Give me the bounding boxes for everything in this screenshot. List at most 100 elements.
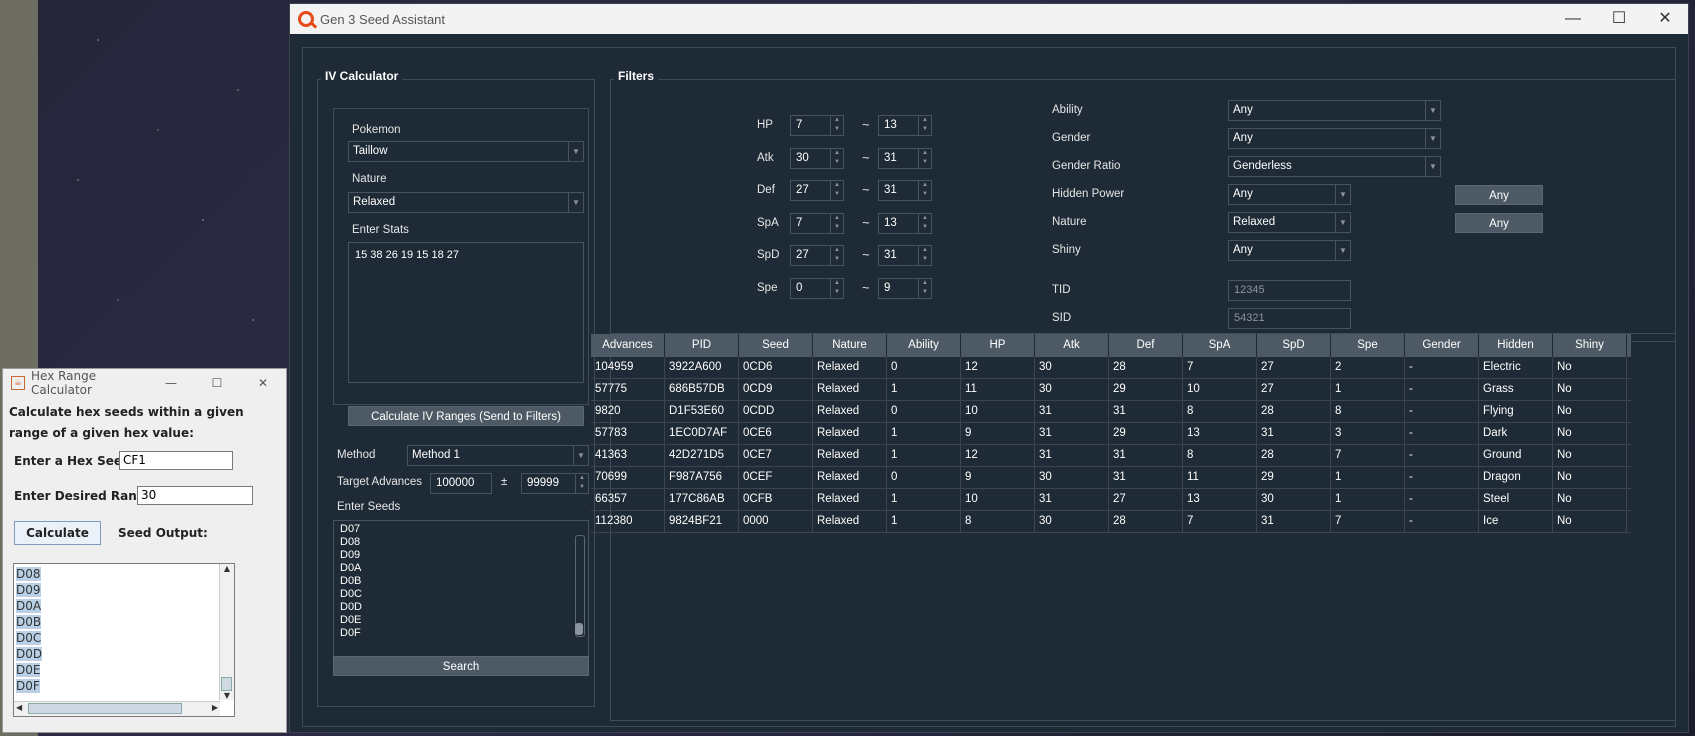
column-header[interactable]: Nature	[813, 334, 887, 357]
iv-nature-select[interactable]: Relaxed ▼	[348, 192, 584, 213]
column-header[interactable]: Shiny	[1553, 334, 1627, 357]
list-item[interactable]: D08	[16, 566, 206, 582]
list-item[interactable]: D0A	[16, 598, 206, 614]
spinner-arrows-icon[interactable]: ▲ ▼	[575, 474, 588, 493]
table-row[interactable]: 57783 1EC0D7AF 0CE6 Relaxed 1 9 31 29 13 31 3- Dark…	[591, 423, 1631, 445]
nature-any-button[interactable]: Any	[1455, 213, 1543, 233]
hex-title-bar[interactable]: ☕ Hex Range Calculator — ☐ ✕	[3, 369, 286, 397]
spinner-arrows-icon[interactable]: ▲ ▼	[830, 116, 843, 135]
column-header[interactable]: Gender	[1405, 334, 1479, 357]
spinner-arrows-icon[interactable]: ▲ ▼	[830, 148, 843, 168]
table-cell: 11	[1183, 467, 1257, 488]
spinner-arrows-icon[interactable]: ▲ ▼	[918, 181, 931, 200]
sid-input[interactable]: 54321	[1228, 308, 1351, 329]
table-row[interactable]: 70699 F987A756 0CEF Relaxed 0 9 30 31 11 29 1- Drag…	[591, 467, 1631, 489]
list-item[interactable]: D0E	[16, 662, 206, 678]
column-header[interactable]: Def	[1109, 334, 1183, 357]
hex-seed-input[interactable]: CF1	[119, 451, 233, 470]
spinner-arrows-icon[interactable]: ▲ ▼	[918, 148, 931, 168]
list-item[interactable]: D0C	[16, 630, 206, 646]
table-cell: Relaxed	[813, 489, 887, 510]
target-advances-input[interactable]: 100000	[430, 473, 492, 494]
list-item[interactable]: D0F	[16, 678, 206, 694]
close-button[interactable]: ✕	[1642, 4, 1688, 34]
seed-output-list[interactable]: D08 D09 D0A D0B D0C D0D D0E D0F ▲ ▼ ◀ ▶	[13, 563, 235, 717]
iv-max-atk[interactable]: 31 ▲ ▼	[878, 147, 932, 169]
ability-select[interactable]: Any ▼	[1228, 100, 1441, 121]
calculate-iv-button[interactable]: Calculate IV Ranges (Send to Filters)	[348, 406, 584, 426]
column-header[interactable]: SpD	[1257, 334, 1331, 357]
spinner-arrows-icon[interactable]: ▲ ▼	[830, 278, 843, 298]
maximize-button[interactable]: ☐	[1596, 4, 1642, 34]
column-header[interactable]: Ability	[887, 334, 961, 357]
column-header[interactable]: Spe	[1331, 334, 1405, 357]
iv-max-spd[interactable]: 31 ▲ ▼	[878, 245, 932, 266]
title-bar[interactable]: Gen 3 Seed Assistant — ☐ ✕	[290, 4, 1688, 34]
hex-maximize-button[interactable]: ☐	[194, 376, 240, 390]
hidden-power-any-button[interactable]: Any	[1455, 185, 1543, 205]
spinner-arrows-icon[interactable]: ▲ ▼	[918, 278, 931, 298]
list-item[interactable]: D0D	[16, 646, 206, 662]
table-row[interactable]: 66357 177C86AB 0CFB Relaxed 1 10 31 27 13 30 1- Ste…	[591, 489, 1631, 511]
column-header[interactable]: Advances	[591, 334, 665, 357]
spinner-arrows-icon[interactable]: ▲ ▼	[830, 246, 843, 265]
seeds-input[interactable]: D07 D08 D09 D0A D0B D0C D0D D0E D0F	[333, 520, 589, 658]
spinner-arrows-icon[interactable]: ▲ ▼	[918, 213, 931, 233]
table-cell: 31	[1257, 423, 1331, 444]
iv-max-def[interactable]: 31 ▲ ▼	[878, 180, 932, 201]
table-row[interactable]: 41363 42D271D5 0CE7 Relaxed 1 12 31 31 8 28 7- Grou…	[591, 445, 1631, 467]
column-header[interactable]: PID	[665, 334, 739, 357]
window-title: Gen 3 Seed Assistant	[320, 11, 446, 27]
gender-select[interactable]: Any ▼	[1228, 128, 1441, 149]
filter-nature-select[interactable]: Relaxed ▼	[1228, 212, 1351, 233]
table-row[interactable]: 112380 9824BF21 0000 Relaxed 1 8 30 28 7 31 7- Ice N…	[591, 511, 1631, 533]
iv-max-spa[interactable]: 13 ▲ ▼	[878, 212, 932, 234]
iv-min-atk[interactable]: 30 ▲ ▼	[790, 147, 844, 169]
stats-input[interactable]: 15 38 26 19 15 18 27	[348, 242, 584, 383]
table-cell: -	[1405, 401, 1479, 422]
table-row[interactable]: 9820 D1F53E60 0CDD Relaxed 0 10 31 31 8 28 8- Flyin…	[591, 401, 1631, 423]
iv-min-spa[interactable]: 7 ▲ ▼	[790, 212, 844, 234]
table-row[interactable]: 57775 686B57DB 0CD9 Relaxed 1 11 30 29 10 27 1- Gra…	[591, 379, 1631, 401]
table-row[interactable]: 104959 3922A600 0CD6 Relaxed 0 12 30 28 7 27 2- Ele…	[591, 357, 1631, 379]
column-header[interactable]: Atk	[1035, 334, 1109, 357]
ability-label: Ability	[1052, 104, 1083, 116]
shiny-label: Shiny	[1052, 244, 1081, 256]
column-header[interactable]: Seed	[739, 334, 813, 357]
column-header[interactable]: SpA	[1183, 334, 1257, 357]
iv-min-spe[interactable]: 0 ▲ ▼	[790, 277, 844, 299]
iv-min-def[interactable]: 27 ▲ ▼	[790, 180, 844, 201]
gender-ratio-select[interactable]: Genderless ▼	[1228, 156, 1441, 177]
stats-label: Enter Stats	[352, 224, 409, 236]
desired-range-input[interactable]: 30	[137, 486, 253, 505]
hex-calculate-button[interactable]: Calculate	[14, 521, 101, 545]
vertical-scrollbar[interactable]: ▲ ▼	[219, 564, 234, 700]
search-button[interactable]: Search	[333, 656, 589, 676]
spinner-arrows-icon[interactable]: ▲ ▼	[918, 116, 931, 135]
spinner-arrows-icon[interactable]: ▲ ▼	[830, 213, 843, 233]
tid-input[interactable]: 12345	[1228, 280, 1351, 301]
iv-min-hp[interactable]: 7 ▲ ▼	[790, 115, 844, 136]
list-item[interactable]: D09	[16, 582, 206, 598]
table-cell: 3	[1331, 423, 1405, 444]
iv-min-spe-value: 0	[796, 281, 803, 294]
column-header[interactable]: HP	[961, 334, 1035, 357]
spinner-arrows-icon[interactable]: ▲ ▼	[918, 246, 931, 265]
iv-max-hp[interactable]: 13 ▲ ▼	[878, 115, 932, 136]
minimize-button[interactable]: —	[1550, 4, 1596, 34]
iv-max-spe[interactable]: 9 ▲ ▼	[878, 277, 932, 299]
seeds-scrollbar[interactable]	[575, 525, 585, 653]
hex-close-button[interactable]: ✕	[240, 376, 286, 390]
shiny-select[interactable]: Any ▼	[1228, 240, 1351, 261]
hidden-power-select[interactable]: Any ▼	[1228, 184, 1351, 205]
method-select[interactable]: Method 1 ▼	[407, 445, 589, 466]
gender-ratio-value: Genderless	[1233, 160, 1292, 172]
advance-range-spinbox[interactable]: 99999 ▲ ▼	[521, 473, 589, 494]
pokemon-select[interactable]: Taillow ▼	[348, 141, 584, 162]
column-header[interactable]: Hidden	[1479, 334, 1553, 357]
list-item[interactable]: D0B	[16, 614, 206, 630]
iv-min-spd[interactable]: 27 ▲ ▼	[790, 245, 844, 266]
hex-minimize-button[interactable]: —	[148, 376, 194, 390]
horizontal-scrollbar[interactable]: ◀ ▶	[14, 701, 220, 716]
spinner-arrows-icon[interactable]: ▲ ▼	[830, 181, 843, 200]
